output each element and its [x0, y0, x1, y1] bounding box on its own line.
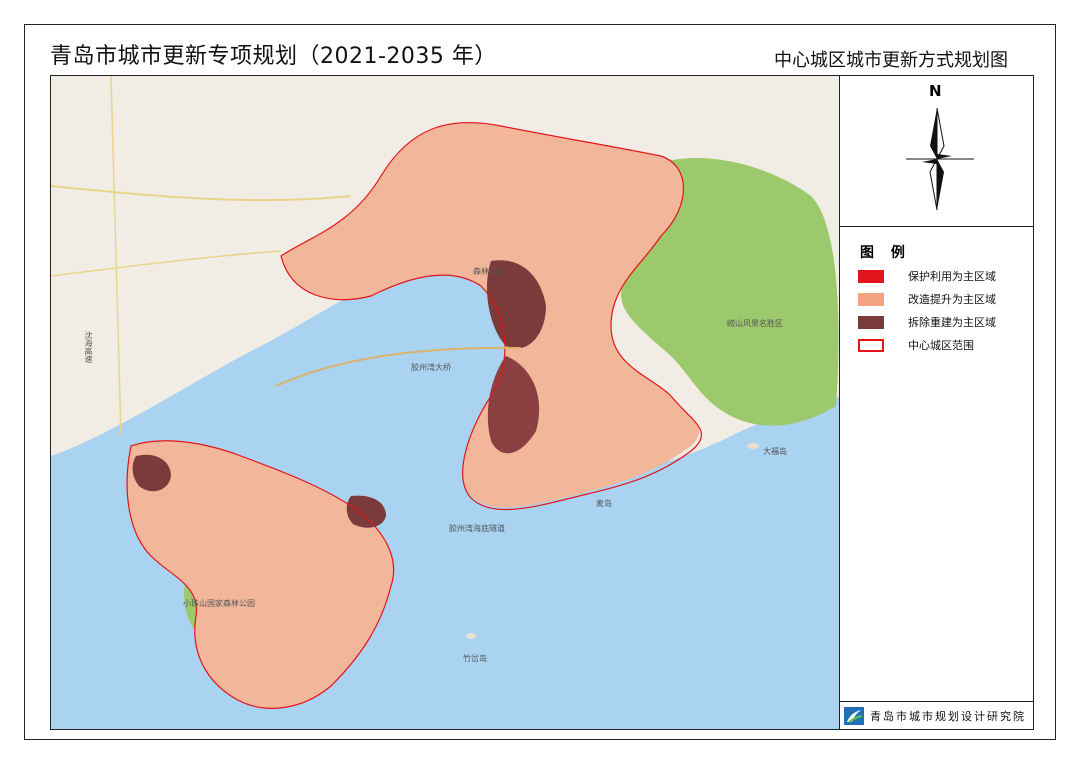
- legend-label-boundary: 中心城区范围: [908, 339, 974, 352]
- legend-label-renovate: 改造提升为主区域: [908, 293, 996, 306]
- footer: 青岛市城市规划设计研究院: [840, 701, 1034, 729]
- swatch-protect: [858, 269, 884, 283]
- swatch-demolish: [858, 315, 884, 329]
- legend-label-demolish: 拆除重建为主区域: [908, 316, 996, 329]
- label-xiaozhushan: 小珠山国家森林公园: [183, 599, 255, 608]
- label-maidao: 麦岛: [596, 499, 612, 508]
- dafu-island: [747, 443, 759, 449]
- legend-item-boundary: 中心城区范围: [858, 337, 974, 353]
- map-svg: [51, 76, 839, 729]
- label-expressway: 沈海高速: [84, 331, 93, 363]
- map-canvas[interactable]: 胶州湾大桥 胶州湾海底隧道 崂山风景名胜区 大福岛 麦岛 竹岔岛 小珠山国家森林…: [50, 75, 840, 730]
- legend-title: 图 例: [860, 245, 911, 261]
- side-panel: N 图 例 保护利用为主区域 改造提升为主区域 拆除重建为主区域 中心城区范围: [840, 75, 1034, 730]
- legend-label-protect: 保护利用为主区域: [908, 270, 996, 283]
- road-1: [51, 185, 352, 202]
- label-zhuchadao: 竹岔岛: [463, 654, 487, 663]
- legend-item-renovate: 改造提升为主区域: [858, 291, 996, 307]
- label-laoshan: 崂山风景名胜区: [727, 319, 783, 328]
- page-title: 青岛市城市更新专项规划（2021-2035 年）: [50, 44, 497, 69]
- institute-name: 青岛市城市规划设计研究院: [870, 709, 1026, 723]
- legend: 图 例 保护利用为主区域 改造提升为主区域 拆除重建为主区域 中心城区范围: [840, 226, 1034, 704]
- legend-item-demolish: 拆除重建为主区域: [858, 314, 996, 330]
- swatch-boundary: [858, 338, 884, 352]
- label-tunnel: 胶州湾海底隧道: [449, 524, 505, 533]
- map-subtitle: 中心城区城市更新方式规划图: [774, 50, 1008, 71]
- road-3: [51, 250, 282, 277]
- label-park: 森林公园: [473, 267, 505, 276]
- north-label: N: [929, 82, 942, 100]
- legend-item-protect: 保护利用为主区域: [858, 268, 996, 284]
- label-bridge: 胶州湾大桥: [411, 363, 451, 372]
- road-2: [110, 76, 122, 437]
- swatch-renovate: [858, 292, 884, 306]
- institute-logo-icon: [844, 706, 864, 725]
- zhuchadao-island: [466, 633, 476, 639]
- label-dafu: 大福岛: [763, 447, 787, 456]
- north-arrow: N: [840, 76, 1034, 227]
